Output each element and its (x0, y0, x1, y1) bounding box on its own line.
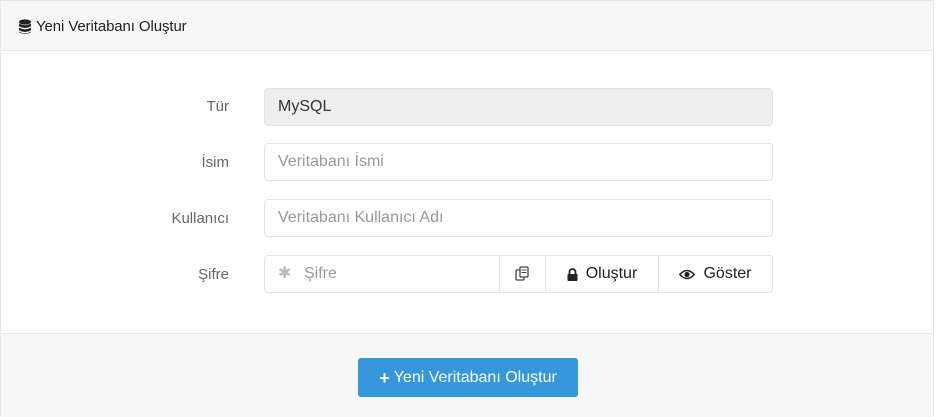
name-label: İsim (201, 154, 230, 171)
create-database-panel: Yeni Veritabanı Oluştur Tür MySQL İsim V… (0, 0, 934, 417)
generate-password-label: Oluştur (585, 265, 638, 282)
database-user-input[interactable]: Veritabanı Kullanıcı Adı (264, 199, 773, 237)
eye-icon (679, 269, 703, 280)
copy-password-button[interactable] (499, 255, 546, 293)
generate-password-button[interactable]: Oluştur (545, 255, 659, 293)
copy-icon (515, 266, 530, 282)
show-password-button[interactable]: Göster (658, 255, 773, 293)
asterisk-icon: ✱ (278, 265, 292, 282)
type-field: MySQL (264, 88, 773, 126)
panel-title: Yeni Veritabanı Oluştur (36, 18, 187, 35)
create-database-button[interactable]: + Yeni Veritabanı Oluştur (358, 358, 578, 397)
panel-footer: + Yeni Veritabanı Oluştur (1, 333, 933, 417)
plus-icon: + (379, 367, 390, 388)
user-label: Kullanıcı (171, 210, 229, 227)
database-icon (18, 19, 32, 35)
password-label: Şifre (198, 266, 229, 283)
password-placeholder: Şifre (304, 265, 337, 282)
password-input[interactable]: ✱ Şifre (264, 255, 500, 293)
password-input-group: ✱ Şifre Oluştur Göster (264, 255, 773, 293)
database-name-input[interactable]: Veritabanı İsmi (264, 143, 773, 181)
panel-heading: Yeni Veritabanı Oluştur (1, 1, 933, 51)
show-password-label: Göster (703, 265, 752, 282)
create-database-label: Yeni Veritabanı Oluştur (393, 368, 557, 386)
type-label: Tür (206, 98, 230, 115)
lock-icon (567, 267, 586, 281)
panel-body: Tür MySQL İsim Veritabanı İsmi Kullanıcı… (1, 51, 933, 333)
